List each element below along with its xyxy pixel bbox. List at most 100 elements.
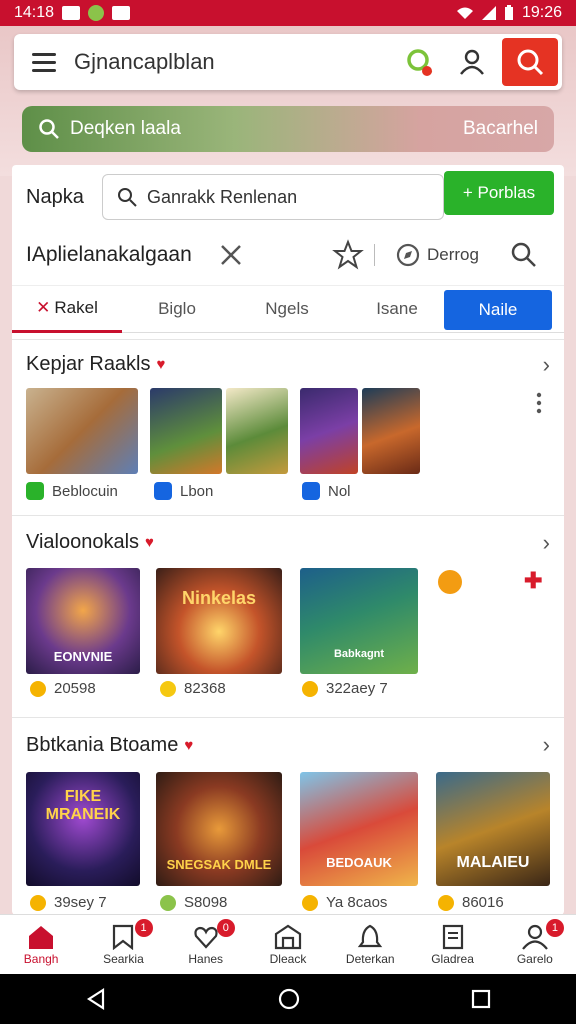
- status-time-right: 19:26: [521, 4, 562, 21]
- flame-icon: ✕: [36, 297, 51, 317]
- app-title: Gjnancaplblan: [74, 49, 215, 74]
- status-bar: 14:18 19:26: [0, 0, 576, 26]
- coin-icon: [302, 680, 318, 697]
- game-thumbnail[interactable]: SNEGSAK DMLE: [156, 772, 282, 886]
- tools-icon[interactable]: [218, 242, 244, 268]
- add-button[interactable]: + Porblas: [444, 171, 554, 215]
- bottom-navigation: Bangh Searkia 1 Hanes 0 Dleack Deterkan …: [0, 914, 576, 974]
- game-thumbnail[interactable]: EONVNIE: [26, 568, 140, 674]
- back-icon[interactable]: [85, 988, 107, 1010]
- app-meta: 20598: [30, 680, 96, 697]
- section-title: Bbtkania Btoame: [26, 733, 179, 756]
- tab-ngels[interactable]: Ngels: [232, 285, 342, 333]
- game-thumbnail[interactable]: [26, 388, 138, 474]
- chevron-right-icon[interactable]: ›: [543, 732, 550, 758]
- search-button[interactable]: [502, 38, 558, 86]
- section-header[interactable]: Kepjar Raakls ♥: [12, 340, 564, 388]
- game-thumbnail[interactable]: [226, 388, 288, 474]
- search-add-icon: [407, 49, 433, 76]
- promo-text: Deqken laala: [70, 118, 181, 139]
- promo-right-text[interactable]: Bacarhel: [463, 118, 538, 140]
- game-thumbnail[interactable]: FIKE MRANEIK: [26, 772, 140, 886]
- meta-text: 86016: [462, 894, 504, 911]
- tab-biglo[interactable]: Biglo: [122, 285, 232, 333]
- search-icon: [517, 49, 544, 76]
- thumbnail-title: BEDOAUK: [326, 855, 392, 870]
- promo-search-bar[interactable]: Deqken laala Bacarhel: [22, 106, 554, 152]
- heart-icon: [194, 926, 218, 949]
- meta-text: Nol: [328, 482, 351, 500]
- thumbnail-title: EONVNIE: [53, 649, 113, 664]
- tab-rakel[interactable]: ✕ Rakel: [12, 285, 122, 333]
- game-thumbnail[interactable]: Babkagnt: [300, 568, 418, 674]
- game-thumbnail[interactable]: [300, 388, 358, 474]
- meta-text: Lbon: [180, 482, 214, 500]
- tab-naile[interactable]: Naile: [444, 290, 552, 330]
- section-vialoonokals: Vialoonokals ♥ › EONVNIE Ninkelas Babkag…: [12, 515, 564, 717]
- filter-label[interactable]: Derrog: [427, 245, 501, 265]
- recents-icon[interactable]: [471, 989, 491, 1009]
- coin-icon: [160, 894, 176, 911]
- app-meta: 322aey 7: [302, 680, 388, 697]
- notification-badge: 1: [545, 919, 564, 937]
- meta-text: 39sey 7: [54, 894, 107, 911]
- tab-label: Rakel: [54, 297, 98, 317]
- meta-text: 20598: [54, 680, 96, 697]
- status-time-left: 14:18: [14, 4, 55, 21]
- thumbnail-title: SNEGSAK DMLE: [166, 857, 272, 872]
- top-app-bar: Gjnancaplblan: [14, 34, 562, 90]
- chevron-right-icon[interactable]: ›: [543, 352, 550, 378]
- game-thumbnail[interactable]: BEDOAUK: [300, 772, 418, 886]
- nav-hanes[interactable]: Hanes 0: [165, 915, 247, 974]
- coin-icon: [438, 894, 454, 911]
- nav-home[interactable]: Bangh: [0, 915, 82, 974]
- document-icon: [442, 924, 463, 949]
- message-icon: [112, 6, 131, 20]
- section-header[interactable]: Vialoonokals ♥: [12, 516, 564, 568]
- account-button[interactable]: [450, 40, 494, 84]
- more-options-icon[interactable]: [536, 392, 542, 414]
- thumbnail-title: FIKE MRANEIK: [45, 788, 121, 823]
- meta-text: Ya 8caos: [326, 894, 388, 911]
- game-thumbnail[interactable]: [150, 388, 222, 474]
- game-thumbnail[interactable]: MALAIEU: [436, 772, 550, 886]
- star-icon[interactable]: [332, 239, 364, 271]
- nav-label: Searkia: [103, 951, 144, 966]
- hot-icon[interactable]: ✚: [524, 568, 542, 594]
- chevron-right-icon[interactable]: ›: [543, 530, 550, 556]
- nav-deterkan[interactable]: Deterkan: [329, 915, 411, 974]
- app-meta: Nol: [302, 482, 351, 500]
- nav-label: Bangh: [23, 951, 59, 966]
- section-title: Kepjar Raakls: [26, 352, 151, 375]
- app-icon: [26, 482, 44, 500]
- game-thumbnail[interactable]: Ninkelas: [156, 568, 282, 674]
- nav-profile[interactable]: Garelo 1: [494, 915, 576, 974]
- voice-search-button[interactable]: [398, 40, 442, 84]
- battery-icon: [504, 5, 513, 20]
- search-input[interactable]: Ganrakk Renlenan: [102, 174, 444, 220]
- heart-icon: ♥: [156, 355, 166, 373]
- notification-icon: [62, 6, 81, 20]
- app-icon: [302, 482, 320, 500]
- compass-icon[interactable]: [395, 242, 421, 268]
- nav-dleack[interactable]: Dleack: [247, 915, 329, 974]
- home-circle-icon[interactable]: [277, 987, 301, 1011]
- nav-label: Gladrea: [431, 951, 474, 966]
- section-header[interactable]: Bbtkania Btoame ♥: [12, 718, 564, 772]
- search-icon: [39, 119, 59, 139]
- menu-button[interactable]: [14, 34, 74, 90]
- bookmark-icon: [113, 924, 134, 950]
- nav-label: Hanes: [188, 951, 224, 966]
- tab-isane[interactable]: Isane: [342, 285, 452, 333]
- bell-icon: [358, 924, 383, 947]
- meta-text: Beblocuin: [52, 482, 118, 500]
- game-thumbnail[interactable]: [362, 388, 420, 474]
- category-tabs: ✕ Rakel Biglo Ngels Isane Naile: [12, 285, 564, 333]
- search-icon: [118, 188, 137, 207]
- nav-gladrea[interactable]: Gladrea: [411, 915, 493, 974]
- signal-icon: [481, 6, 496, 20]
- search-icon[interactable]: [509, 240, 539, 270]
- app-header-row: IAplielanakalgaan Derrog: [12, 227, 564, 283]
- section-kepjar: Kepjar Raakls ♥ › Beblocuin Lbon Nol: [12, 339, 564, 515]
- nav-search[interactable]: Searkia 1: [82, 915, 164, 974]
